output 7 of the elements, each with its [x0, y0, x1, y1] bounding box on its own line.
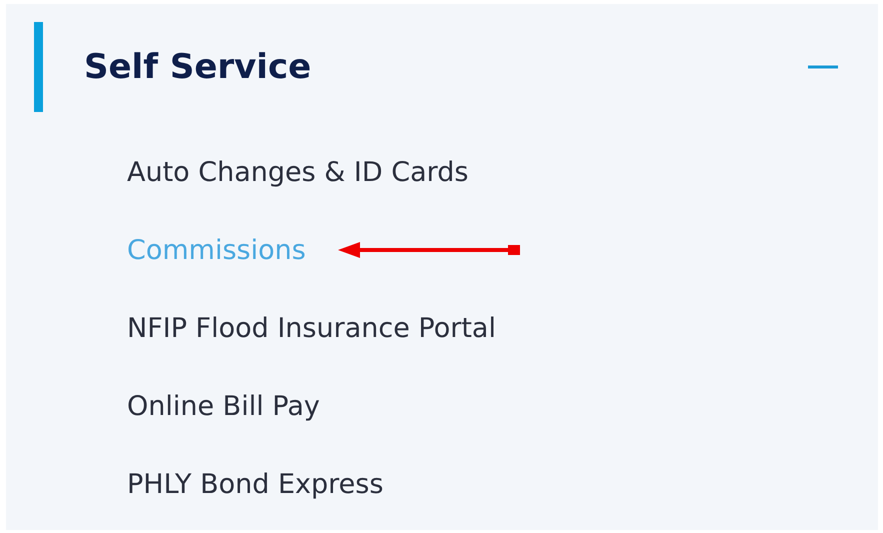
menu-link[interactable]: Auto Changes & ID Cards [127, 156, 468, 188]
section-title: Self Service [84, 47, 312, 87]
menu-link[interactable]: Online Bill Pay [127, 390, 320, 422]
menu-link[interactable]: NFIP Flood Insurance Portal [127, 312, 496, 344]
minus-icon [808, 65, 838, 69]
collapse-button[interactable] [808, 65, 838, 69]
menu-link[interactable]: PHLY Bond Express [127, 468, 384, 500]
